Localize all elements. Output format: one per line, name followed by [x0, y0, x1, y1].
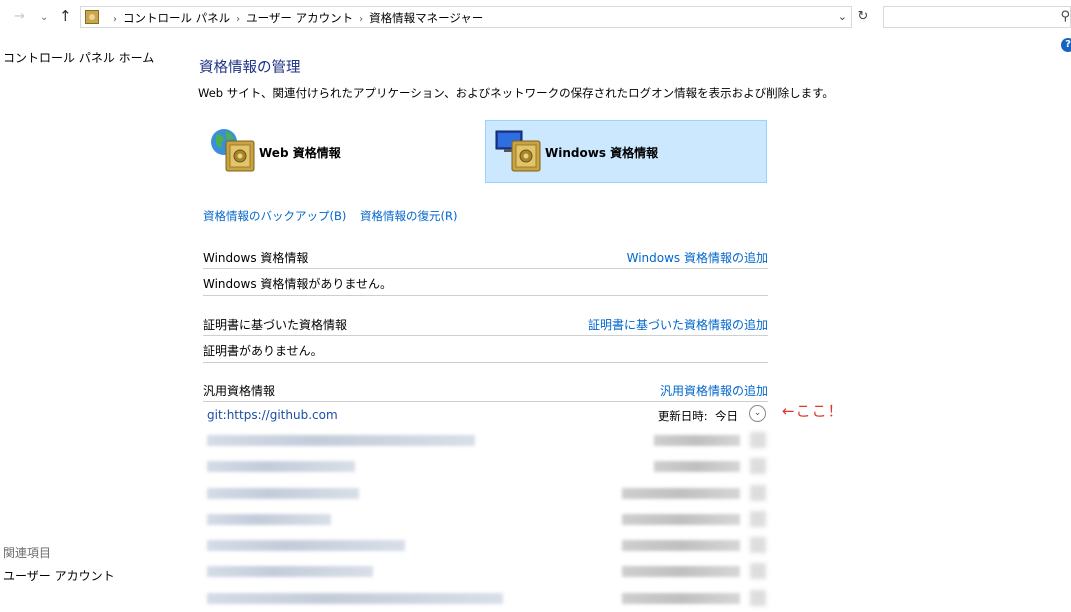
redacted-list-item: [203, 559, 768, 585]
recent-locations-chevron-icon[interactable]: ⌄: [40, 12, 48, 23]
backup-credentials-link[interactable]: 資格情報のバックアップ(B): [203, 209, 346, 223]
page-title: 資格情報の管理: [199, 60, 301, 76]
redacted-list-item: [203, 428, 768, 454]
certificate-credentials-section: 証明書に基づいた資格情報 証明書に基づいた資格情報の追加 証明書がありません。: [203, 311, 768, 363]
up-arrow-icon[interactable]: ↑: [59, 7, 72, 25]
section-header: 汎用資格情報 汎用資格情報の追加: [203, 377, 768, 402]
modified-value: 今日: [715, 409, 738, 423]
redacted-text: [207, 540, 405, 552]
annotation-arrow-text: ←ここ！: [782, 402, 844, 420]
breadcrumb-separator-icon: ›: [113, 14, 117, 25]
redacted-icon: [750, 484, 766, 501]
section-header: 証明書に基づいた資格情報 証明書に基づいた資格情報の追加: [203, 311, 768, 336]
search-input[interactable]: ⚲: [883, 6, 1071, 28]
credential-name: git:https://github.com: [207, 408, 338, 422]
redacted-text: [207, 592, 503, 604]
empty-message: Windows 資格情報がありません。: [203, 277, 393, 291]
windows-credentials-section: Windows 資格情報 Windows 資格情報の追加 Windows 資格情…: [203, 244, 768, 296]
redacted-list-item: [203, 586, 768, 612]
redacted-text: [207, 566, 373, 578]
section-title: Windows 資格情報: [203, 251, 309, 265]
generic-credentials-section: 汎用資格情報 汎用資格情報の追加 git:https://github.com …: [203, 377, 768, 612]
backup-restore-links: 資格情報のバックアップ(B) 資格情報の復元(R): [203, 208, 468, 224]
redacted-text: [622, 540, 740, 552]
redacted-text: [622, 513, 740, 525]
section-header: Windows 資格情報 Windows 資格情報の追加: [203, 244, 768, 269]
breadcrumb-separator-icon: ›: [359, 14, 364, 25]
redacted-icon: [750, 589, 766, 606]
web-credentials-icon: [211, 129, 255, 172]
restore-credentials-link[interactable]: 資格情報の復元(R): [360, 209, 457, 223]
list-item[interactable]: git:https://github.com 更新日時: 今日 ⌄: [203, 402, 768, 428]
web-credentials-label: Web 資格情報: [259, 146, 341, 160]
redacted-list-item: [203, 533, 768, 559]
add-windows-credential-link[interactable]: Windows 資格情報の追加: [627, 249, 768, 266]
windows-credentials-tile[interactable]: Windows 資格情報: [485, 120, 767, 183]
section-body: 証明書がありません。: [203, 336, 768, 363]
sidebar-home-link[interactable]: コントロール パネル ホーム: [3, 49, 154, 66]
redacted-text: [622, 566, 740, 578]
section-body: Windows 資格情報がありません。: [203, 269, 768, 296]
add-certificate-credential-link[interactable]: 証明書に基づいた資格情報の追加: [588, 316, 768, 333]
help-icon[interactable]: ?: [1061, 38, 1071, 52]
add-generic-credential-link[interactable]: 汎用資格情報の追加: [660, 382, 768, 399]
control-panel-icon: [85, 10, 99, 24]
redacted-icon: [750, 563, 766, 580]
breadcrumb-user-accounts[interactable]: ユーザー アカウント: [246, 11, 353, 25]
empty-message: 証明書がありません。: [203, 344, 323, 358]
back-arrow-icon[interactable]: →: [14, 9, 25, 24]
address-dropdown-chevron-icon[interactable]: ⌄: [838, 10, 847, 23]
redacted-text: [654, 435, 740, 446]
sidebar-user-accounts-link[interactable]: ユーザー アカウント: [3, 567, 115, 584]
redacted-text: [207, 513, 331, 525]
redacted-list-item: [203, 507, 768, 533]
redacted-icon: [750, 537, 766, 554]
breadcrumb: › コントロール パネル › ユーザー アカウント › 資格情報マネージャー: [107, 10, 483, 26]
redacted-text: [207, 435, 475, 446]
credential-modified: 更新日時: 今日: [658, 408, 738, 424]
sidebar-related-heading: 関連項目: [3, 546, 52, 560]
windows-credentials-icon: [495, 130, 541, 172]
redacted-text: [207, 487, 359, 499]
breadcrumb-control-panel[interactable]: コントロール パネル: [123, 11, 230, 25]
search-icon[interactable]: ⚲: [1060, 9, 1070, 24]
redacted-icon: [750, 432, 766, 448]
web-credentials-tile[interactable]: Web 資格情報: [202, 120, 484, 183]
section-title: 証明書に基づいた資格情報: [203, 318, 348, 332]
redacted-icon: [750, 458, 766, 475]
redacted-text: [622, 592, 740, 604]
expand-chevron-icon[interactable]: ⌄: [749, 405, 766, 422]
breadcrumb-separator-icon: ›: [236, 14, 241, 25]
section-title: 汎用資格情報: [203, 384, 276, 398]
redacted-icon: [750, 510, 766, 527]
redacted-text: [622, 487, 740, 499]
breadcrumb-credential-manager[interactable]: 資格情報マネージャー: [369, 11, 483, 25]
windows-credentials-label: Windows 資格情報: [545, 146, 659, 160]
page-description: Web サイト、関連付けられたアプリケーション、およびネットワークの保存されたロ…: [198, 86, 834, 100]
redacted-text: [207, 461, 355, 473]
redacted-list-item: [203, 481, 768, 507]
refresh-icon[interactable]: ↻: [855, 8, 871, 26]
modified-label: 更新日時:: [657, 409, 708, 423]
redacted-list-item: [203, 454, 768, 480]
redacted-text: [654, 461, 740, 473]
address-toolbar: → ⌄ ↑ › コントロール パネル › ユーザー アカウント › 資格情報マネージャー …: [0, 0, 1071, 36]
address-bar[interactable]: › コントロール パネル › ユーザー アカウント › 資格情報マネージャー ⌄: [80, 6, 852, 28]
